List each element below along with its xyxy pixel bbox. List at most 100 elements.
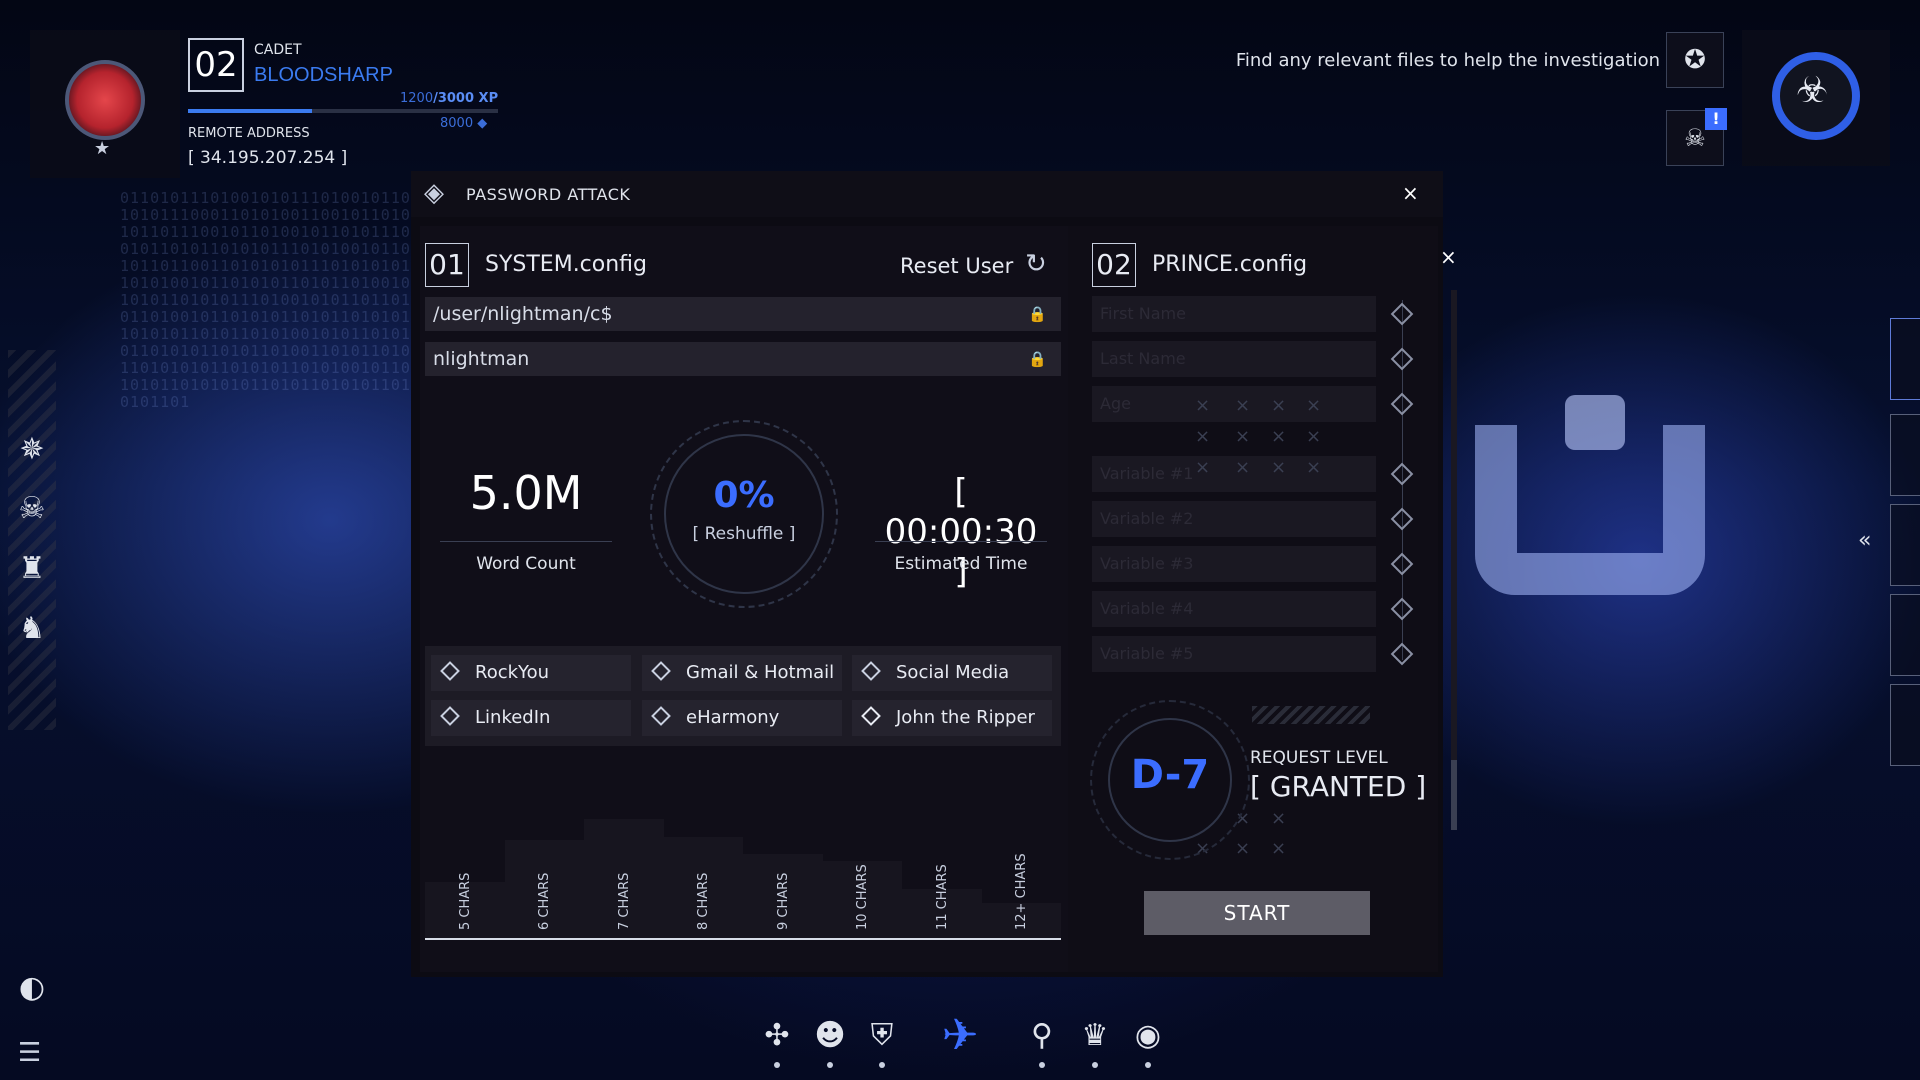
scrollbar-thumb[interactable] <box>1451 760 1457 830</box>
estimated-time-value: [ 00:00:30 ] <box>884 472 1038 592</box>
dictionary-label: John the Ripper <box>896 707 1035 728</box>
nodes-icon[interactable]: ✣ <box>757 1018 797 1058</box>
cross-mark-icon: × <box>1195 426 1211 447</box>
alert-badge: ! <box>1705 108 1727 130</box>
panel-number: 02 <box>1092 243 1136 287</box>
skull-icon[interactable]: ☠ <box>12 489 52 529</box>
collapse-chevron-icon[interactable]: « <box>1858 528 1871 553</box>
diamond-icon <box>651 661 671 681</box>
cross-mark-icon: × <box>1271 426 1287 447</box>
xp-readout: 1200/3000 XP <box>400 91 498 106</box>
cross-mark-icon: × <box>1306 457 1322 478</box>
cross-mark-icon: × <box>1306 426 1322 447</box>
diamond-crossed-icon <box>861 706 881 726</box>
agent-icon: ☠ <box>1684 124 1706 152</box>
variable-3-field[interactable]: Variable #3 <box>1092 546 1376 582</box>
cross-mark-icon: × <box>1306 395 1322 416</box>
dictionary-label: RockYou <box>475 662 550 683</box>
histogram-label: 5 CHARS <box>457 872 473 930</box>
dictionary-label: eHarmony <box>686 707 780 728</box>
right-tab-3[interactable] <box>1890 504 1920 586</box>
planet-icon[interactable]: ◐ <box>12 968 52 1008</box>
compass-icon[interactable]: ✵ <box>12 430 52 470</box>
star-icon: ✪ <box>1684 45 1706 75</box>
map-pin-icon[interactable]: ⚲ <box>1022 1018 1062 1058</box>
histogram-label: 8 CHARS <box>696 872 712 930</box>
dictionary-option[interactable]: LinkedIn <box>431 700 631 736</box>
cross-mark-icon: × <box>1271 808 1287 829</box>
dictionary-option[interactable]: RockYou <box>431 655 631 691</box>
word-count-value: 5.0M <box>469 466 583 520</box>
histogram-label: 6 CHARS <box>537 872 553 930</box>
histogram-axis <box>425 938 1061 940</box>
objective-star-button[interactable]: ✪ <box>1666 32 1724 88</box>
credits-icon: ◆ <box>477 116 488 131</box>
first-name-field[interactable]: First Name <box>1092 296 1376 332</box>
diamond-icon <box>440 661 460 681</box>
diamond-icon <box>861 661 881 681</box>
credits: 8000 ◆ <box>440 116 487 131</box>
variable-1-field[interactable]: Variable #1 <box>1092 456 1376 492</box>
username-value: nlightman <box>433 348 530 370</box>
hatch-decoration <box>1252 706 1370 724</box>
background-logo <box>1475 395 1715 595</box>
cross-mark-icon: × <box>1271 838 1287 859</box>
right-tab-1[interactable] <box>1890 318 1920 400</box>
panel-title: PRINCE.config <box>1152 252 1308 277</box>
diamond-icon <box>440 706 460 726</box>
window-close-button[interactable]: × <box>1402 181 1419 205</box>
xp-current: 1200 <box>400 91 434 106</box>
estimated-time-divider <box>875 541 1047 542</box>
cross-mark-icon: × <box>1235 457 1251 478</box>
length-histogram: 5 CHARS 6 CHARS 7 CHARS 8 CHARS 9 CHARS 10 CH… <box>425 798 1061 938</box>
variable-5-field[interactable]: Variable #5 <box>1092 636 1376 672</box>
age-field[interactable]: Age <box>1092 386 1376 422</box>
prince-close-button[interactable]: × <box>1440 245 1457 269</box>
word-count-label: Word Count <box>476 554 576 574</box>
cross-mark-icon: × <box>1235 395 1251 416</box>
objective-text: Find any relevant files to help the inve… <box>1235 50 1660 71</box>
eye-icon[interactable]: ◉ <box>1128 1018 1168 1058</box>
nav-indicator-dot <box>1039 1062 1045 1068</box>
path-field[interactable]: /user/nlightman/c$ 🔒 <box>425 297 1061 331</box>
crown-icon[interactable]: ♛ <box>1075 1018 1115 1058</box>
variable-2-field[interactable]: Variable #2 <box>1092 501 1376 537</box>
player-rank: CADET <box>254 42 302 58</box>
estimated-time-label: Estimated Time <box>894 554 1028 574</box>
histogram-label: 9 CHARS <box>775 872 791 930</box>
progress-percent: 0% <box>713 475 775 516</box>
right-tab-2[interactable] <box>1890 414 1920 496</box>
cross-mark-icon: × <box>1235 838 1251 859</box>
right-tab-4[interactable] <box>1890 594 1920 676</box>
cross-mark-icon: × <box>1195 457 1211 478</box>
variable-4-field[interactable]: Variable #4 <box>1092 591 1376 627</box>
bird-emblem-icon[interactable]: ✈ <box>925 1010 995 1066</box>
dictionary-option[interactable]: eHarmony <box>642 700 842 736</box>
right-tab-5[interactable] <box>1890 684 1920 766</box>
left-sidebar <box>8 350 56 730</box>
xp-max: /3000 XP <box>433 91 499 106</box>
chess-icon[interactable]: ♜ <box>12 549 52 589</box>
reshuffle-button[interactable]: [ Reshuffle ] <box>650 524 838 544</box>
prince-scrollbar[interactable] <box>1451 290 1457 830</box>
background-binary-text: 0110101110100101011101001011010101110001… <box>120 190 411 411</box>
shield-w-icon[interactable]: ⛨ <box>862 1018 902 1058</box>
panel-number: 01 <box>425 243 469 287</box>
rank-star-icon: ★ <box>94 138 111 159</box>
avatar[interactable] <box>65 60 145 140</box>
reset-user-button[interactable]: Reset User <box>900 254 1013 278</box>
dictionary-option[interactable]: Gmail & Hotmail <box>642 655 842 691</box>
nav-indicator-dot <box>1145 1062 1151 1068</box>
username-field[interactable]: nlightman 🔒 <box>425 342 1061 376</box>
helmet-icon[interactable]: ♞ <box>12 609 52 649</box>
refresh-icon[interactable]: ↻ <box>1025 249 1047 279</box>
cross-mark-icon: × <box>1235 426 1251 447</box>
remote-address-value: [ 34.195.207.254 ] <box>188 148 348 168</box>
last-name-field[interactable]: Last Name <box>1092 341 1376 377</box>
dictionary-option-selected[interactable]: John the Ripper <box>852 700 1052 736</box>
dictionary-label: LinkedIn <box>475 707 551 728</box>
dictionary-option[interactable]: Social Media <box>852 655 1052 691</box>
agent-icon[interactable]: ☻ <box>810 1018 850 1058</box>
menu-icon[interactable]: ☰ <box>18 1038 41 1068</box>
start-button[interactable]: START <box>1144 891 1370 935</box>
